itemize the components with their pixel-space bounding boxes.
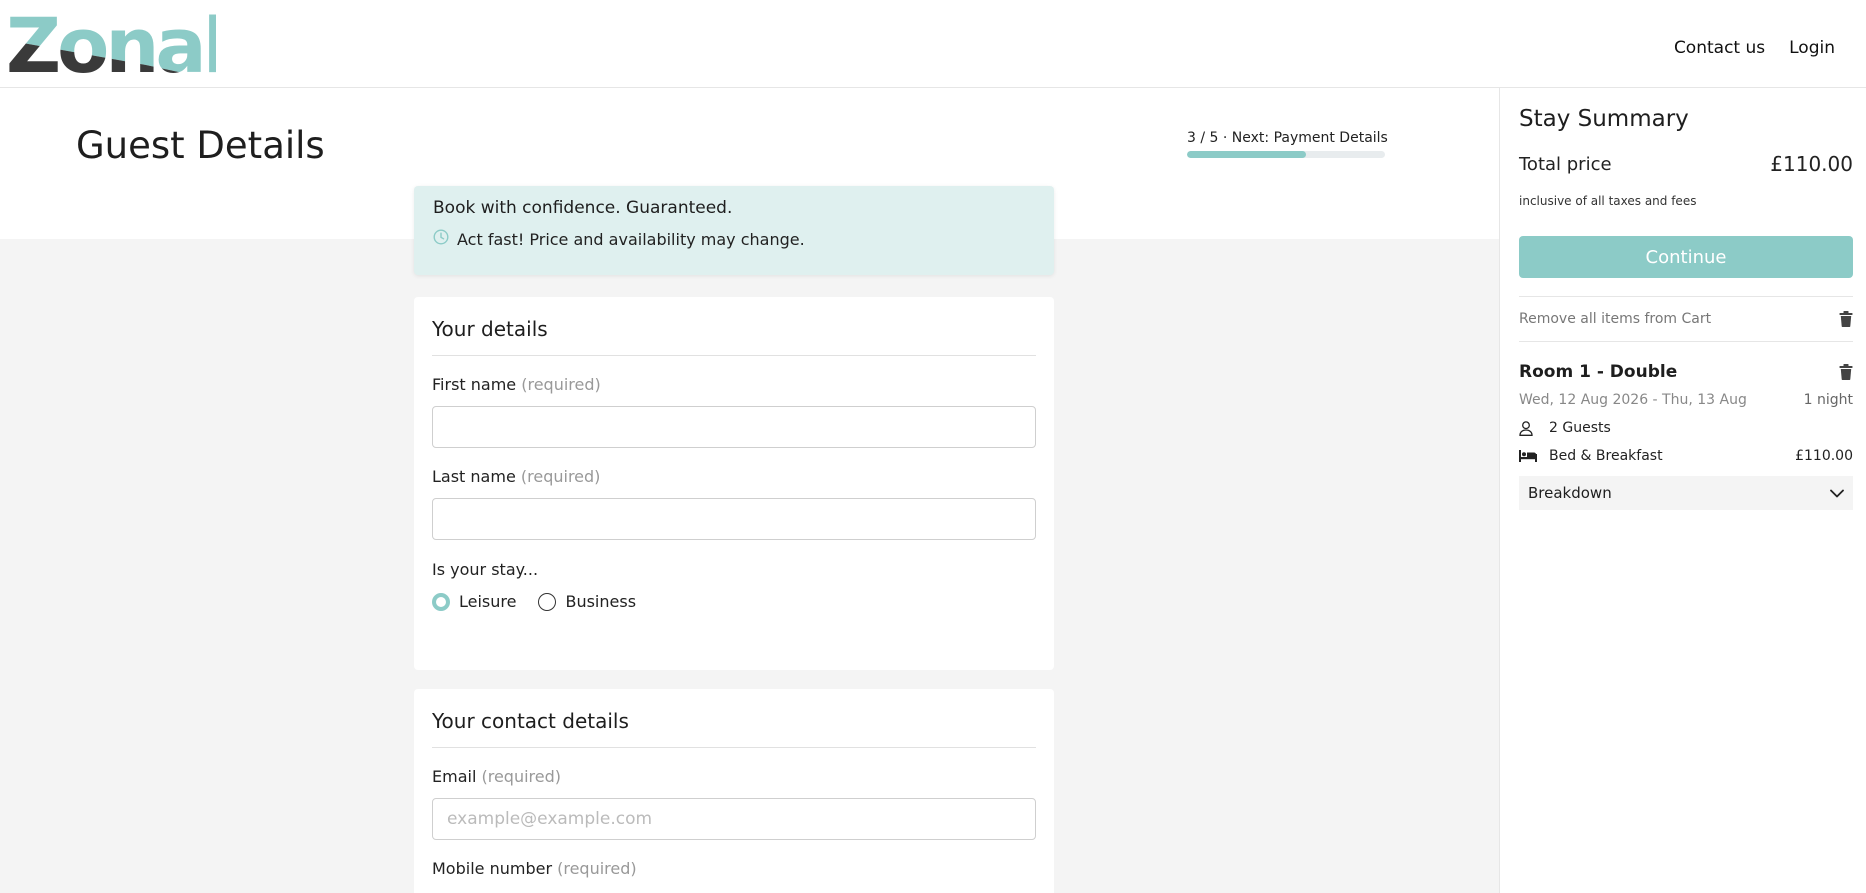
required-hint: (required) bbox=[520, 467, 601, 486]
business-label: Business bbox=[565, 592, 637, 611]
continue-button[interactable]: Continue bbox=[1519, 236, 1853, 278]
room-header: Room 1 - Double bbox=[1519, 362, 1853, 382]
email-input[interactable]: example@example.com bbox=[432, 798, 1036, 840]
first-name-label: First name (required) bbox=[432, 375, 1036, 394]
top-bar: Zonal Zonal Contact us Login bbox=[0, 0, 1866, 88]
email-label: Email (required) bbox=[432, 767, 1036, 786]
trash-icon[interactable] bbox=[1839, 364, 1853, 380]
trash-icon[interactable] bbox=[1839, 311, 1853, 327]
breakdown-label: Breakdown bbox=[1528, 484, 1612, 502]
first-name-label-text: First name bbox=[432, 375, 517, 394]
last-name-label-text: Last name bbox=[432, 467, 516, 486]
required-hint: (required) bbox=[557, 859, 637, 878]
first-name-input[interactable] bbox=[432, 406, 1036, 448]
contact-us-link[interactable]: Contact us bbox=[1674, 38, 1765, 58]
room-dates-row: Wed, 12 Aug 2026 - Thu, 13 Aug 1 night bbox=[1519, 392, 1853, 408]
confidence-notice: Book with confidence. Guaranteed. Act fa… bbox=[414, 186, 1054, 275]
breakdown-toggle[interactable]: Breakdown bbox=[1519, 476, 1853, 510]
stay-summary-panel: Stay Summary Total price £110.00 inclusi… bbox=[1499, 88, 1866, 893]
mobile-label: Mobile number (required) bbox=[432, 859, 1036, 878]
clock-icon bbox=[433, 229, 449, 249]
total-price-value: £110.00 bbox=[1770, 152, 1853, 176]
notice-line: Act fast! Price and availability may cha… bbox=[433, 229, 1035, 249]
bed-icon bbox=[1519, 450, 1549, 462]
leisure-radio[interactable]: Leisure bbox=[432, 592, 516, 611]
room-title: Room 1 - Double bbox=[1519, 362, 1678, 382]
main-content: Guest Details 3 / 5 · Next: Payment Deta… bbox=[0, 88, 1499, 893]
leisure-radio-dot[interactable] bbox=[432, 592, 450, 611]
business-radio[interactable]: Business bbox=[538, 592, 636, 611]
required-hint: (required) bbox=[481, 767, 562, 786]
progress-text: 3 / 5 · Next: Payment Details bbox=[1187, 130, 1388, 146]
required-hint: (required) bbox=[521, 375, 601, 394]
board-row: Bed & Breakfast £110.00 bbox=[1519, 448, 1853, 464]
stay-summary-title: Stay Summary bbox=[1519, 106, 1689, 132]
board-text: Bed & Breakfast bbox=[1549, 448, 1663, 464]
room-dates: Wed, 12 Aug 2026 - Thu, 13 Aug bbox=[1519, 392, 1747, 408]
contact-details-card: Your contact details Email (required) ex… bbox=[414, 689, 1054, 893]
last-name-label: Last name (required) bbox=[432, 467, 1036, 486]
guests-row: 2 Guests bbox=[1519, 420, 1853, 436]
login-link[interactable]: Login bbox=[1789, 38, 1835, 58]
person-icon bbox=[1519, 420, 1549, 436]
notice-text: Act fast! Price and availability may cha… bbox=[457, 229, 805, 249]
zonal-logo[interactable]: Zonal Zonal bbox=[6, 10, 216, 80]
stay-type-question: Is your stay... bbox=[432, 560, 539, 579]
board-price: £110.00 bbox=[1795, 448, 1853, 464]
email-label-text: Email bbox=[432, 767, 477, 786]
last-name-input[interactable] bbox=[432, 498, 1036, 540]
stay-type-radio-group: Leisure Business bbox=[432, 592, 1036, 611]
mobile-label-text: Mobile number bbox=[432, 859, 553, 878]
total-price-row: Total price £110.00 bbox=[1519, 152, 1853, 176]
progress-fill bbox=[1187, 151, 1306, 158]
notice-title: Book with confidence. Guaranteed. bbox=[433, 198, 733, 218]
your-details-title: Your details bbox=[432, 317, 1036, 356]
business-radio-dot[interactable] bbox=[538, 592, 557, 611]
room-nights: 1 night bbox=[1803, 392, 1853, 408]
contact-details-title: Your contact details bbox=[432, 709, 1036, 748]
chevron-down-icon bbox=[1830, 484, 1844, 502]
remove-all-link[interactable]: Remove all items from Cart bbox=[1519, 311, 1711, 327]
total-price-label: Total price bbox=[1519, 153, 1612, 175]
remove-all-row: Remove all items from Cart bbox=[1519, 296, 1853, 342]
leisure-label: Leisure bbox=[459, 592, 517, 611]
booking-progress: 3 / 5 · Next: Payment Details bbox=[1187, 130, 1388, 158]
progress-track bbox=[1187, 151, 1385, 158]
your-details-card: Your details First name (required) Last … bbox=[414, 297, 1054, 670]
tax-note: inclusive of all taxes and fees bbox=[1519, 194, 1697, 208]
page-title: Guest Details bbox=[76, 124, 325, 167]
guests-text: 2 Guests bbox=[1549, 420, 1611, 436]
top-nav: Contact us Login bbox=[1674, 38, 1835, 58]
